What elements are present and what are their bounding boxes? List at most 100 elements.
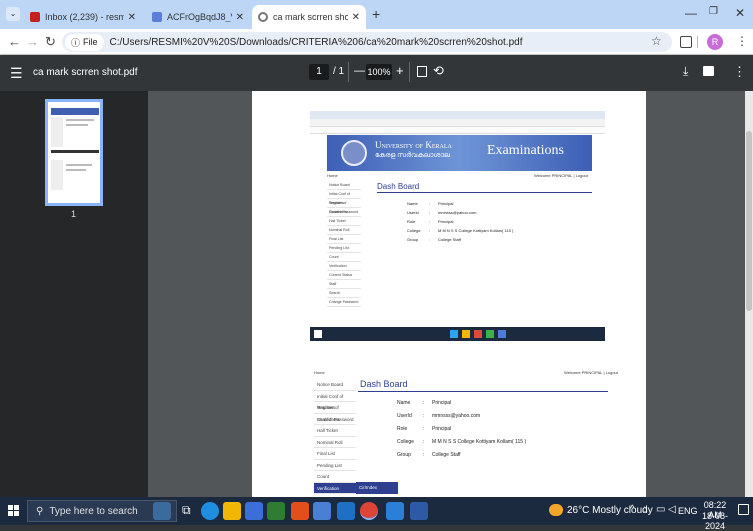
menu-item: Student Password <box>327 208 361 217</box>
clock-date[interactable]: 18-08-2024 <box>696 511 734 531</box>
pdf-page: University of Kerala കേരള സർവകലാശാല Exam… <box>252 91 646 497</box>
menu-item: Nominal Roll <box>314 437 356 448</box>
page-number-input[interactable]: 1 <box>309 64 329 80</box>
reload-icon[interactable]: ↻ <box>45 34 56 50</box>
inner-browser-tabs <box>310 111 605 119</box>
tab-pdf-other[interactable]: ACFrOgBqdJ8_VB_6oMUAeqjk ✕ <box>146 5 250 29</box>
tab-title: Inbox (2,239) - resmisasharanℓ <box>45 12 124 22</box>
browser-tab-strip: ⌄ Inbox (2,239) - resmisasharanℓ ✕ ACFrO… <box>0 0 753 29</box>
close-icon[interactable]: ✕ <box>236 12 244 23</box>
thumb-line <box>66 164 92 166</box>
chrome-icon[interactable] <box>360 502 378 520</box>
menu-item: Notice Board <box>314 379 356 391</box>
tab-search-button[interactable]: ⌄ <box>6 7 20 21</box>
colon: : <box>423 451 425 458</box>
profile-row: Role: Principal <box>397 422 526 435</box>
gmail-icon <box>30 12 40 22</box>
network-icon[interactable]: ⌂ <box>642 504 648 515</box>
forward-arrow-icon[interactable]: → <box>26 34 39 49</box>
tab-active-pdf[interactable]: ca mark scrren shot.pdf ✕ <box>252 5 366 29</box>
mail-icon[interactable] <box>337 502 355 520</box>
colon: : <box>423 399 425 406</box>
edge-icon[interactable] <box>201 502 219 520</box>
xbox-icon[interactable] <box>267 502 285 520</box>
tab-gmail[interactable]: Inbox (2,239) - resmisasharanℓ ✕ <box>24 5 142 29</box>
weather-text[interactable]: 26°C Mostly cloudy <box>567 505 653 516</box>
colon: : <box>429 210 431 215</box>
document-icon <box>152 12 162 22</box>
profile-key: College <box>397 438 414 445</box>
task-view-icon[interactable]: ⧉ <box>182 503 191 518</box>
windows-start-icon[interactable] <box>8 505 20 517</box>
colon: : <box>423 438 425 445</box>
zoom-input[interactable]: 100% <box>366 64 392 80</box>
profile-row: Group: College Staff <box>407 235 513 244</box>
minimize-button[interactable]: — <box>685 6 697 20</box>
battery-icon[interactable]: ▭ <box>656 504 665 515</box>
pdf-filename: ca mark scrren shot.pdf <box>33 67 138 78</box>
search-placeholder: Type here to search <box>49 505 138 517</box>
profile-key: UserId <box>407 210 419 215</box>
globe-icon <box>258 12 268 22</box>
weather-widget-icon[interactable] <box>153 502 171 520</box>
pdf-toolbar: ☰ ca mark scrren shot.pdf 1 / 1 — 100% +… <box>0 55 753 91</box>
page-thumbnail[interactable] <box>45 99 103 206</box>
zoom-in-button[interactable]: + <box>396 63 404 78</box>
print-icon[interactable] <box>703 66 714 76</box>
store-icon[interactable] <box>245 502 263 520</box>
vertical-scrollbar[interactable] <box>745 91 753 497</box>
more-options-icon[interactable]: ⋮ <box>733 64 746 80</box>
inner-app-icon <box>462 330 470 338</box>
menu-item: Final List <box>314 448 356 460</box>
office-icon[interactable] <box>291 502 309 520</box>
close-icon[interactable]: ✕ <box>352 12 360 23</box>
restore-button[interactable]: ❐ <box>709 6 718 17</box>
bookmark-star-icon[interactable]: ☆ <box>651 34 662 48</box>
scrollbar-thumb[interactable] <box>746 131 752 311</box>
extensions-icon[interactable] <box>680 36 692 48</box>
menu-icon[interactable]: ☰ <box>10 65 23 82</box>
university-name-ml: കേരള സർവകലാശാല <box>375 151 450 159</box>
profile-value: Principal <box>438 219 454 224</box>
thumb-line <box>66 119 94 121</box>
notification-icon[interactable] <box>738 504 749 515</box>
profile-key: Role <box>397 425 408 432</box>
colon: : <box>423 412 425 419</box>
rotate-icon[interactable]: ⟲ <box>433 63 444 79</box>
page-total: / 1 <box>333 66 345 77</box>
window-close-button[interactable]: ✕ <box>735 6 745 20</box>
menu-item: Pending List <box>327 244 361 253</box>
colon: : <box>423 425 425 432</box>
language-indicator[interactable]: ENG <box>678 506 698 516</box>
word-icon[interactable] <box>410 502 428 520</box>
file-chip[interactable]: ⓘ File <box>65 33 104 51</box>
menu-item: Student Password <box>314 414 356 425</box>
fit-page-icon[interactable] <box>417 66 427 77</box>
thumb-menu <box>51 117 63 147</box>
profile-key: UserId <box>397 412 412 419</box>
app-icon[interactable] <box>313 502 331 520</box>
address-bar[interactable]: ⓘ File C:/Users/RESMI%20V%20S/Downloads/C… <box>62 32 672 52</box>
examinations-heading: Examinations <box>487 143 564 158</box>
new-tab-button[interactable]: + <box>372 6 380 22</box>
dashboard-title: Dash Board <box>377 182 420 191</box>
menu-item: Verification <box>327 262 361 271</box>
profile-avatar[interactable]: R <box>707 34 723 50</box>
photos-icon[interactable] <box>386 502 404 520</box>
profile-row: Group: College Staff <box>397 448 526 461</box>
profile-key: Name <box>407 201 418 206</box>
thumbnail-sidebar: 1 <box>0 91 148 497</box>
download-icon[interactable]: ⤓ <box>683 64 688 79</box>
profile-row: Role: Principal <box>407 217 513 226</box>
volume-icon[interactable]: ◁ <box>668 504 676 515</box>
file-explorer-icon[interactable] <box>223 502 241 520</box>
inner-app-icon <box>474 330 482 338</box>
menu-item: Register of Candidates <box>314 402 356 422</box>
close-icon[interactable]: ✕ <box>128 12 136 23</box>
zoom-out-button[interactable]: — <box>354 65 365 77</box>
menu-item: Final List <box>327 235 361 244</box>
back-arrow-icon[interactable]: ← <box>8 34 21 49</box>
tab-title: ACFrOgBqdJ8_VB_6oMUAeqjk <box>167 12 232 22</box>
browser-menu-icon[interactable]: ⋮ <box>736 34 748 48</box>
tray-chevron-icon[interactable]: ^ <box>630 504 635 515</box>
